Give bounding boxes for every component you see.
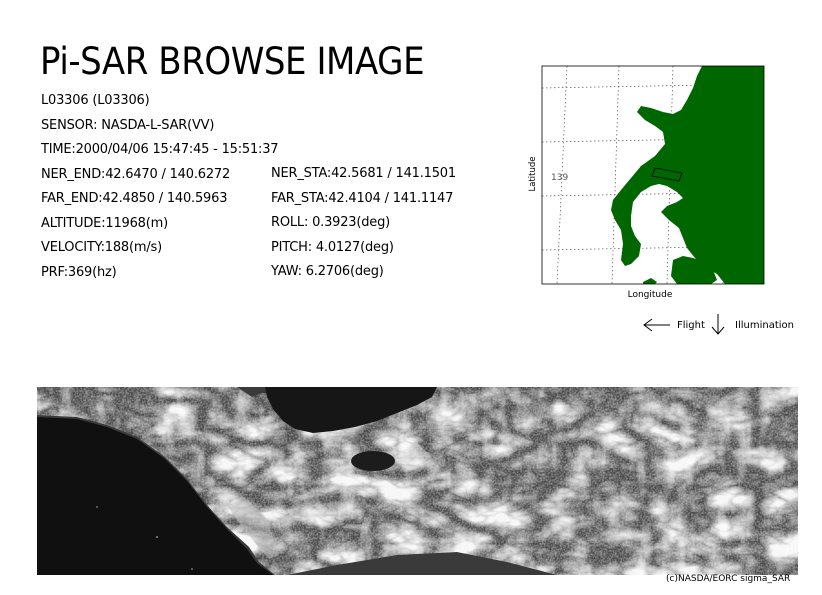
scene-id: L03306 (L03306): [41, 93, 150, 108]
direction-legend-svg: Flight Illumination: [643, 314, 794, 335]
near-start-coords: NER_STA:42.5681 / 141.1501: [271, 166, 456, 181]
copyright-text: (c)NASDA/EORC sigma_SAR: [666, 574, 791, 584]
velocity-info: VELOCITY:188(m/s): [41, 240, 162, 255]
far-start-coords: FAR_STA:42.4104 / 141.1147: [271, 190, 454, 206]
near-end-coords: NER_END:42.6470 / 140.6272: [41, 166, 231, 182]
land-islet: [643, 278, 657, 284]
far-end-coords: FAR_END:42.4850 / 140.5963: [41, 191, 228, 206]
time-info: TIME:2000/04/06 15:47:45 - 15:51:37: [41, 142, 279, 157]
sar-lake: [351, 451, 395, 471]
location-map-svg: 139 Latitude Longitude: [528, 65, 765, 300]
flight-label: Flight: [677, 320, 705, 331]
location-map: 139 Latitude Longitude: [527, 60, 797, 305]
illumination-label: Illumination: [735, 320, 794, 331]
prf-info: PRF:369(hz): [41, 264, 117, 280]
map-xlabel: Longitude: [628, 290, 673, 300]
flight-arrow-icon: [643, 318, 670, 332]
map-grid-label: 139: [551, 173, 568, 183]
info-right-panel: NER_STA:42.5681 / 141.1501 FAR_STA:42.41…: [271, 162, 456, 285]
illumination-arrow-icon: [711, 314, 725, 335]
direction-legend: Flight Illumination: [640, 312, 810, 336]
info-left-panel: L03306 (L03306) SENSOR: NASDA-L-SAR(VV) …: [41, 89, 279, 285]
altitude-info: ALTITUDE:11968(m): [41, 215, 168, 231]
sar-browse-image: [37, 387, 798, 575]
sar-image-svg: [37, 387, 798, 575]
page-title: Pi-SAR BROWSE IMAGE: [40, 40, 425, 83]
roll-info: ROLL: 0.3923(deg): [271, 215, 390, 230]
sensor-info: SENSOR: NASDA-L-SAR(VV): [41, 117, 215, 133]
map-ylabel: Latitude: [528, 157, 538, 192]
land-hokkaido: [611, 66, 764, 284]
pitch-info: PITCH: 4.0127(deg): [271, 239, 394, 255]
yaw-info: YAW: 6.2706(deg): [271, 264, 384, 279]
